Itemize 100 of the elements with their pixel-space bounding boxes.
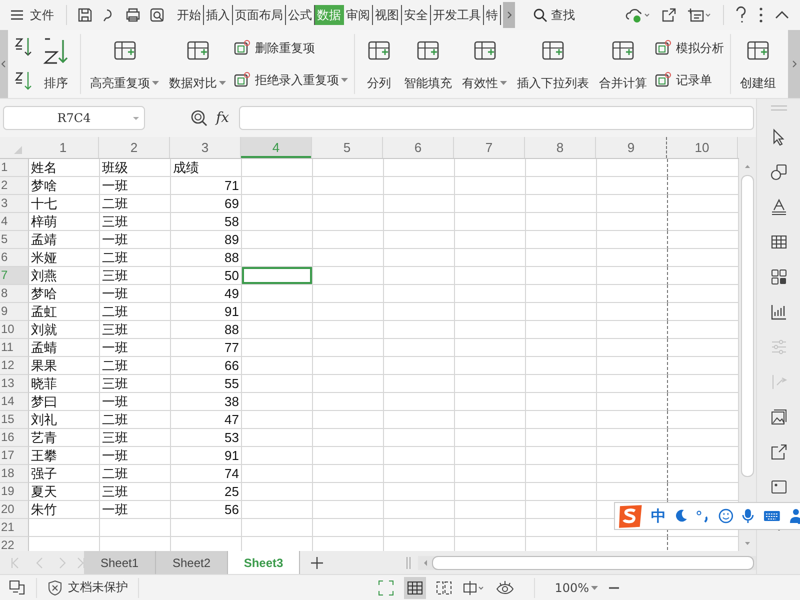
- emoji-icon[interactable]: [718, 508, 734, 524]
- name-box[interactable]: R7C4: [3, 106, 145, 130]
- input-mode-toggle[interactable]: 中: [650, 506, 666, 526]
- scrollbar-thumb[interactable]: [741, 175, 754, 477]
- more-options-icon[interactable]: [758, 6, 764, 24]
- page-break-view-icon[interactable]: [436, 580, 452, 596]
- save-icon[interactable]: [77, 7, 93, 23]
- row-header[interactable]: 16: [0, 429, 29, 447]
- punctuation-icon[interactable]: [696, 509, 710, 523]
- zoom-formula-icon[interactable]: [190, 109, 208, 127]
- add-sheet-icon[interactable]: [310, 556, 324, 570]
- ribbon-button[interactable]: 创建组: [737, 30, 779, 98]
- drag-handle[interactable]: [770, 105, 786, 111]
- ribbon-button[interactable]: 智能填充: [401, 30, 455, 98]
- table-icon[interactable]: [770, 233, 788, 251]
- row-header[interactable]: 21: [0, 519, 29, 537]
- ribbon-button[interactable]: 高亮重复项: [87, 30, 162, 98]
- ribbon-tab[interactable]: 安全: [402, 5, 431, 25]
- chart-icon[interactable]: [770, 303, 788, 321]
- row-header[interactable]: 22: [0, 537, 29, 551]
- row-header[interactable]: 12: [0, 357, 29, 375]
- text-style-icon[interactable]: [770, 198, 788, 216]
- help-icon[interactable]: [734, 6, 748, 24]
- cloud-sync-icon[interactable]: [625, 7, 651, 23]
- row-header[interactable]: 17: [0, 447, 29, 465]
- column-header[interactable]: 7: [454, 137, 525, 158]
- ribbon-button[interactable]: 模拟分析: [654, 37, 724, 59]
- row-header[interactable]: 18: [0, 465, 29, 483]
- row-header[interactable]: 13: [0, 375, 29, 393]
- row-header[interactable]: 11: [0, 339, 29, 357]
- column-header[interactable]: 2: [99, 137, 170, 158]
- sort-ascending-icon[interactable]: [14, 36, 34, 58]
- row-header[interactable]: 4: [0, 213, 29, 231]
- ribbon-button[interactable]: 数据对比: [166, 30, 229, 98]
- ribbon-tab[interactable]: 开始: [175, 5, 204, 25]
- ribbon-tab[interactable]: 开发工具: [431, 5, 484, 25]
- more-tabs-icon[interactable]: [503, 2, 515, 28]
- page-layout-icon[interactable]: [462, 580, 486, 596]
- shapes-icon[interactable]: [770, 163, 788, 181]
- ribbon-button[interactable]: 删除重复项: [233, 37, 348, 59]
- ribbon-tab[interactable]: 审阅: [344, 5, 373, 25]
- row-header[interactable]: 19: [0, 483, 29, 501]
- ribbon-button[interactable]: 拒绝录入重复项: [233, 69, 348, 91]
- search-button[interactable]: 查找: [533, 6, 575, 24]
- row-header[interactable]: 9: [0, 303, 29, 321]
- row-header[interactable]: 20: [0, 501, 29, 519]
- row-header[interactable]: 15: [0, 411, 29, 429]
- file-menu[interactable]: 文件: [0, 3, 60, 27]
- sheet-tab[interactable]: Sheet3: [228, 551, 300, 574]
- function-button[interactable]: fx: [216, 110, 230, 126]
- row-header[interactable]: 3: [0, 195, 29, 213]
- row-header[interactable]: 2: [0, 177, 29, 195]
- row-header[interactable]: 14: [0, 393, 29, 411]
- sheet-tab[interactable]: Sheet2: [156, 551, 228, 574]
- zoom-dropdown[interactable]: 100%: [554, 580, 598, 594]
- apps-icon[interactable]: [770, 268, 788, 286]
- notes-icon[interactable]: [687, 7, 713, 23]
- row-header[interactable]: 5: [0, 231, 29, 249]
- ribbon-tab[interactable]: 视图: [373, 5, 402, 25]
- print-icon[interactable]: [125, 7, 141, 23]
- fullscreen-icon[interactable]: [378, 580, 394, 596]
- moon-icon[interactable]: [674, 509, 688, 523]
- print-preview-icon[interactable]: [149, 7, 165, 23]
- ribbon-tab[interactable]: 页面布局: [233, 5, 286, 25]
- sliders-icon[interactable]: [770, 338, 788, 356]
- ribbon-button[interactable]: 有效性: [459, 30, 510, 98]
- ribbon-button[interactable]: 插入下拉列表: [514, 30, 592, 98]
- column-header[interactable]: 1: [28, 137, 99, 158]
- image-icon[interactable]: [770, 408, 788, 426]
- share-icon[interactable]: [770, 443, 788, 461]
- shield-icon[interactable]: [47, 580, 63, 596]
- column-header[interactable]: 4: [241, 137, 312, 158]
- sort-button[interactable]: 排序: [38, 30, 74, 98]
- ime-logo-icon[interactable]: [617, 503, 643, 529]
- keyboard-icon[interactable]: [763, 509, 782, 523]
- ribbon-button[interactable]: 分列: [361, 30, 397, 98]
- ribbon-tab[interactable]: 数据: [315, 5, 344, 25]
- splitter-handle[interactable]: [404, 556, 412, 570]
- row-header[interactable]: 1: [0, 159, 29, 177]
- ribbon-tab[interactable]: 特: [484, 5, 501, 25]
- gallery-icon[interactable]: [770, 478, 788, 496]
- row-header[interactable]: 10: [0, 321, 29, 339]
- column-header[interactable]: 10: [667, 137, 738, 158]
- ribbon-button[interactable]: 合并计算: [596, 30, 650, 98]
- normal-view-icon[interactable]: [404, 576, 426, 598]
- sheet-tab[interactable]: Sheet1: [84, 551, 156, 574]
- protection-status[interactable]: 文档未保护: [68, 579, 128, 596]
- row-header[interactable]: 6: [0, 249, 29, 267]
- ribbon-tab[interactable]: 插入: [204, 5, 233, 25]
- microphone-icon[interactable]: [741, 508, 756, 524]
- ribbon-button[interactable]: 记录单: [654, 69, 724, 91]
- sort-descending-icon[interactable]: [14, 70, 34, 92]
- eye-icon[interactable]: [496, 580, 514, 596]
- device-icon[interactable]: [8, 580, 26, 596]
- row-header[interactable]: 7: [0, 267, 29, 285]
- column-header[interactable]: 5: [312, 137, 383, 158]
- row-header[interactable]: 8: [0, 285, 29, 303]
- column-header[interactable]: 8: [525, 137, 596, 158]
- formula-input[interactable]: [239, 106, 754, 130]
- column-header[interactable]: 6: [383, 137, 454, 158]
